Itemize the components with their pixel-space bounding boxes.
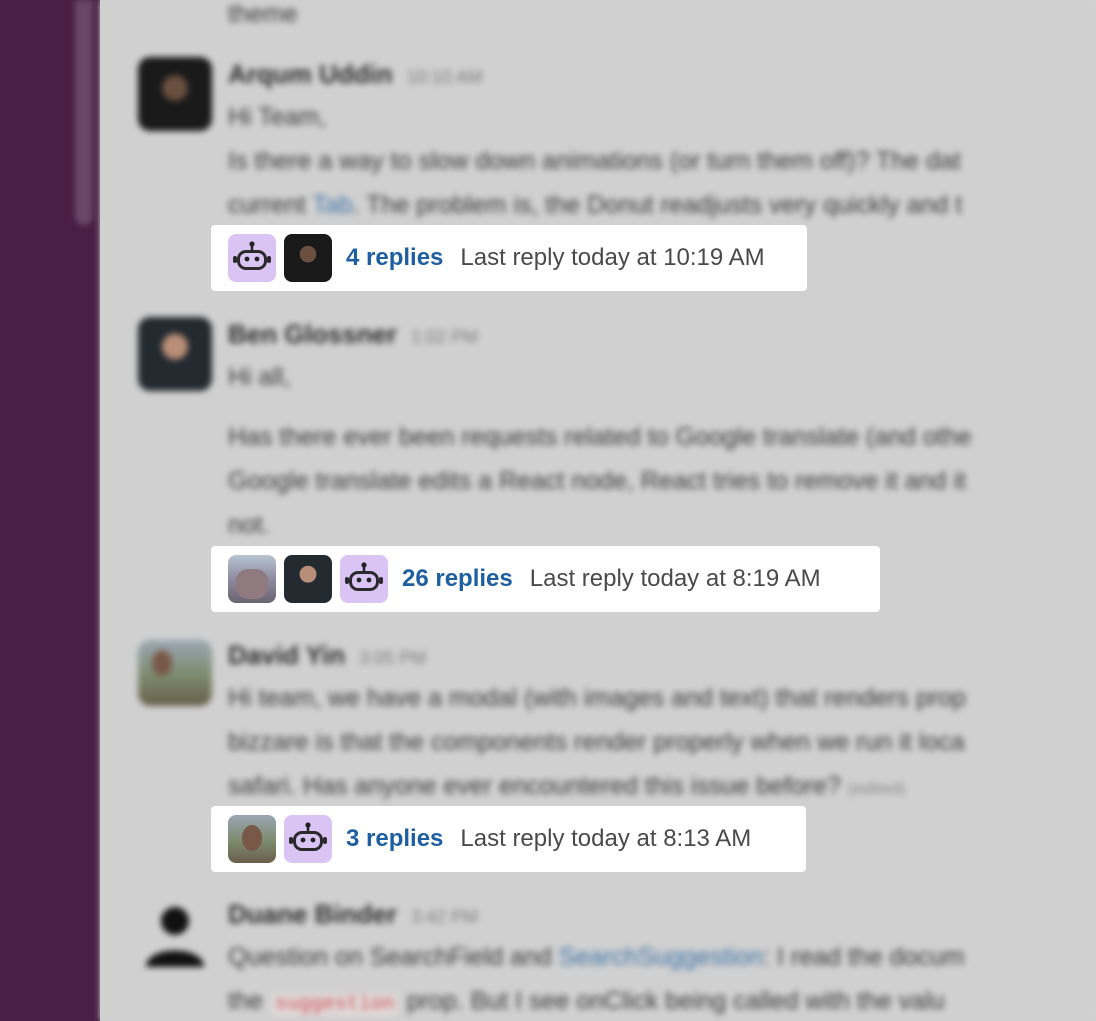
sidebar-scrollbar[interactable] [75, 0, 93, 225]
robot-icon [233, 241, 271, 270]
message-fragment: theme [228, 0, 298, 28]
avatar[interactable] [138, 640, 212, 706]
avatar[interactable] [138, 317, 212, 391]
edited-label: (edited) [847, 779, 906, 798]
message-text-segment: safari. Has anyone ever encountered this… [228, 772, 841, 800]
user-avatar[interactable] [228, 555, 276, 603]
message-text: Has there ever been requests related to … [228, 423, 972, 451]
message-text-segment: Question on SearchField and [228, 943, 552, 971]
last-reply-time: Last reply today at 8:19 AM [529, 565, 821, 592]
message-time[interactable]: 1:02 PM [411, 327, 478, 347]
bot-icon[interactable] [340, 555, 388, 603]
message-header: Ben Glossner 1:02 PM [228, 319, 478, 350]
inline-code: suggestion [269, 992, 400, 1017]
bot-icon[interactable] [228, 234, 276, 282]
thread-replies-bar[interactable]: 3 replies Last reply today at 8:13 AM [211, 806, 806, 872]
robot-icon [289, 822, 327, 851]
message-text: Google translate edits a React node, Rea… [228, 467, 966, 495]
last-reply-time: Last reply today at 10:19 AM [460, 244, 765, 271]
message-text-segment: the [228, 987, 263, 1015]
avatar[interactable] [138, 57, 212, 131]
thread-replies-bar[interactable]: 26 replies Last reply today at 8:19 AM [211, 546, 880, 612]
sender-name[interactable]: Ben Glossner [228, 319, 397, 349]
message-header: Arqum Uddin 10:10 AM [228, 59, 483, 90]
user-avatar[interactable] [228, 815, 276, 863]
bot-icon[interactable] [284, 815, 332, 863]
robot-icon [345, 562, 383, 591]
message-text-segment: prop. But I see onClick being called wit… [406, 987, 945, 1015]
sender-name[interactable]: Duane Binder [228, 899, 397, 929]
sender-name[interactable]: Arqum Uddin [228, 59, 393, 89]
thread-replies-bar[interactable]: 4 replies Last reply today at 10:19 AM [211, 225, 807, 291]
message-text: Hi all, [228, 363, 291, 391]
message-text: Is there a way to slow down animations (… [228, 147, 961, 175]
message-time[interactable]: 3:42 PM [411, 907, 478, 927]
message-text: Question on SearchField and SearchSugges… [228, 943, 965, 972]
message-text: the suggestion prop. But I see onClick b… [228, 987, 945, 1017]
user-avatar[interactable] [284, 555, 332, 603]
user-silhouette-icon [146, 907, 204, 967]
sender-name[interactable]: David Yin [228, 640, 345, 670]
message-time[interactable]: 3:05 PM [359, 648, 426, 668]
message-time[interactable]: 10:10 AM [407, 67, 483, 87]
message-text-segment: : I read the docum [763, 943, 965, 971]
message-link[interactable]: Tab [312, 191, 352, 219]
reply-count-link[interactable]: 26 replies [402, 565, 513, 593]
reply-count-link[interactable]: 3 replies [346, 825, 443, 853]
reply-count-link[interactable]: 4 replies [346, 244, 443, 272]
user-avatar[interactable] [284, 234, 332, 282]
message-text: current Tab. The problem is, the Donut r… [228, 191, 963, 219]
message-header: Duane Binder 3:42 PM [228, 899, 478, 930]
message-text: bizzare is that the components render pr… [228, 728, 965, 756]
message-text: Hi team, we have a modal (with images an… [228, 684, 966, 712]
avatar[interactable] [138, 897, 212, 971]
message-text: Hi Team, [228, 103, 327, 131]
message-text: safari. Has anyone ever encountered this… [228, 772, 905, 801]
message-text: not. [228, 511, 270, 539]
message-header: David Yin 3:05 PM [228, 640, 426, 671]
last-reply-time: Last reply today at 8:13 AM [460, 825, 752, 852]
mention-link[interactable]: SearchSuggestion [559, 943, 763, 971]
